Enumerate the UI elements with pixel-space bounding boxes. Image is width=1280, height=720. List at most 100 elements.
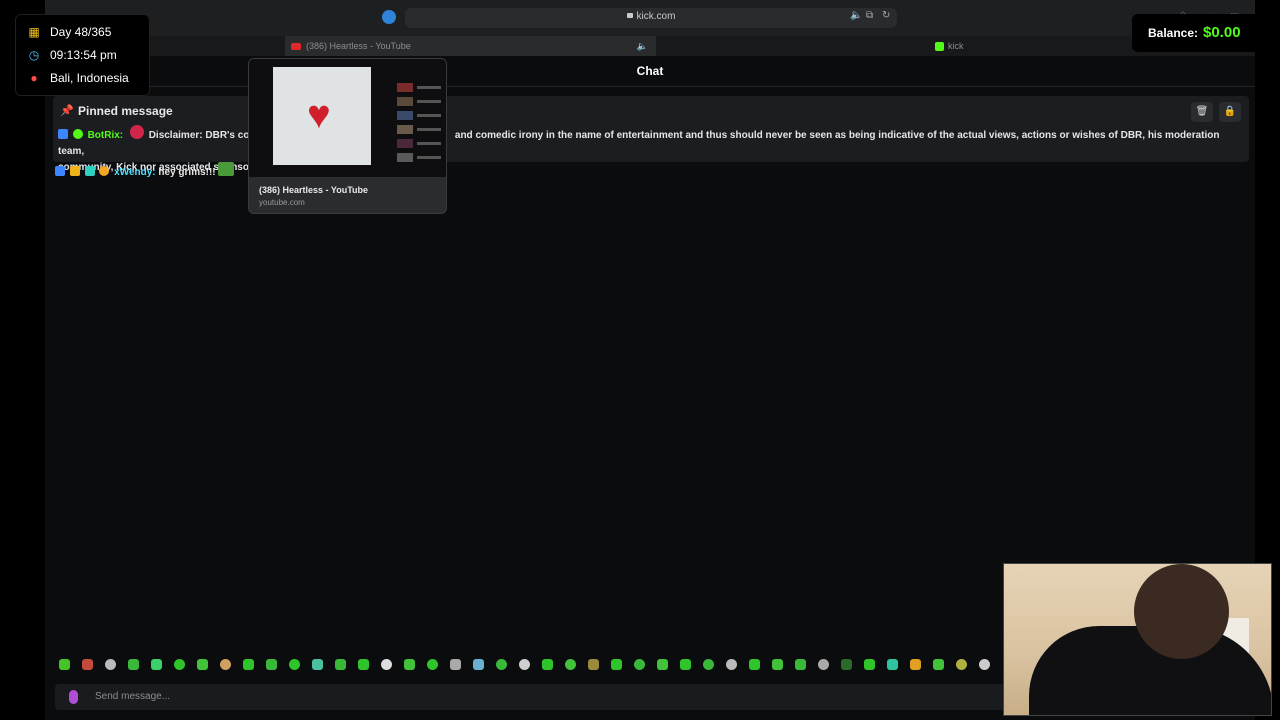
emote-icon[interactable] (197, 659, 208, 670)
emote-icon[interactable] (680, 659, 691, 670)
emote-icon[interactable] (174, 659, 185, 670)
emote-icon[interactable] (910, 659, 921, 670)
emote-icon[interactable] (749, 659, 760, 670)
emote-icon[interactable] (841, 659, 852, 670)
lock-icon (626, 13, 633, 18)
time-text: 09:13:54 pm (50, 48, 117, 62)
site-favicon-icon (382, 10, 396, 24)
emote-icon[interactable] (151, 659, 162, 670)
day-text: Day 48/365 (50, 25, 112, 39)
webcam-person-head (1134, 564, 1229, 659)
emote-icon[interactable] (335, 659, 346, 670)
message-text: hey grims!!! (158, 167, 216, 178)
day-counter: ▦ Day 48/365 (28, 23, 111, 41)
emote-icon[interactable] (220, 659, 231, 670)
emote-icon[interactable] (864, 659, 875, 670)
tab-youtube[interactable]: (386) Heartless - YouTube 🔈 (285, 36, 656, 56)
trash-icon[interactable]: 🗑 (1191, 102, 1213, 122)
webcam-feed (1003, 563, 1272, 716)
emote-icon[interactable] (657, 659, 668, 670)
emote-icon[interactable] (634, 659, 645, 670)
stream-info-overlay: ▦ Day 48/365 ◷ 09:13:54 pm ● Bali, Indonesi… (15, 14, 150, 96)
tab-preview-card[interactable]: ♥ (386) Heartless - YouTube youtube.com (248, 58, 447, 214)
tab-preview-thumbnail: ♥ (249, 59, 446, 177)
youtube-sidebar-thumbnails (397, 65, 443, 175)
emote-icon[interactable] (266, 659, 277, 670)
tab-audio-icon[interactable]: 🔈 (637, 36, 648, 56)
reload-icon[interactable]: ↻ (882, 10, 890, 21)
pin-icon: 📌 (60, 105, 74, 117)
emote-icon[interactable] (243, 659, 254, 670)
emote-icon[interactable] (358, 659, 369, 670)
frog-emote-icon (218, 162, 235, 176)
tab-kick-label: kick (948, 41, 964, 51)
emote-icon[interactable] (611, 659, 622, 670)
balance-label: Balance: (1148, 26, 1199, 40)
tab-preview-domain: youtube.com (259, 198, 305, 207)
emote-icon[interactable] (105, 659, 116, 670)
emote-icon[interactable] (703, 659, 714, 670)
translate-icon[interactable]: ⧉ (866, 10, 873, 21)
emote-icon[interactable] (818, 659, 829, 670)
location-row: ● Bali, Indonesia (28, 69, 128, 87)
emote-icon[interactable] (473, 659, 484, 670)
url-text: kick.com (636, 11, 676, 22)
calendar-icon: ▦ (28, 25, 40, 39)
emote-icon[interactable] (519, 659, 530, 670)
emote-icon[interactable] (289, 659, 300, 670)
emote-icon[interactable] (588, 659, 599, 670)
emote-icon[interactable] (82, 659, 93, 670)
lock-pin-icon[interactable]: 🔒 (1219, 102, 1241, 122)
emote-icon[interactable] (450, 659, 461, 670)
emote-icon[interactable] (565, 659, 576, 670)
emote-icon[interactable] (404, 659, 415, 670)
message-username[interactable]: xWendy: (114, 167, 156, 178)
sub-badge-icon (84, 166, 95, 176)
audio-icon[interactable]: 🔈 (850, 10, 862, 21)
botrix-emote-icon (129, 125, 144, 139)
emote-icon[interactable] (795, 659, 806, 670)
kick-icon (935, 42, 944, 52)
pinned-text-start: Disclaimer: DBR's cor (148, 130, 254, 141)
emote-icon[interactable] (979, 659, 990, 670)
emote-icon[interactable] (726, 659, 737, 670)
clock-icon: ◷ (28, 48, 40, 62)
browser-toolbar: ▭ ⌄ ‹ › kick.com 🔈 ⧉ ↻ ⇪ + ⧉ (45, 0, 1255, 36)
emote-bar (55, 656, 1005, 674)
emote-icon[interactable] (128, 659, 139, 670)
verified-badge-icon (72, 129, 83, 139)
emote-icon[interactable] (496, 659, 507, 670)
chat-input-placeholder: Send message... (95, 691, 171, 702)
chat-header: Chat (45, 56, 1255, 87)
microphone-icon[interactable] (69, 690, 78, 704)
sword-badge-icon (55, 166, 65, 176)
tab-youtube-label: (386) Heartless - YouTube (306, 41, 411, 51)
emote-icon[interactable] (772, 659, 783, 670)
album-cover-image: ♥ (273, 67, 371, 165)
emote-icon[interactable] (312, 659, 323, 670)
pinned-message: 📌 Pinned message 🗑 🔒 BotRix: Disclaimer:… (53, 96, 1249, 173)
balance-overlay: Balance: $0.00 (1132, 14, 1266, 52)
address-bar[interactable]: kick.com (405, 8, 897, 28)
tab-preview-title: (386) Heartless - YouTube (259, 185, 369, 195)
pinned-title: Pinned message (78, 104, 173, 118)
pinned-username[interactable]: BotRix: (88, 130, 124, 141)
emote-icon[interactable] (956, 659, 967, 670)
emote-icon[interactable] (933, 659, 944, 670)
tab-bar: (386) Heartless - YouTube 🔈 kick (45, 36, 1255, 56)
emote-icon[interactable] (427, 659, 438, 670)
clock-row: ◷ 09:13:54 pm (28, 46, 117, 64)
location-pin-icon: ● (30, 71, 38, 85)
crown-badge-icon (69, 166, 80, 176)
info-badge-icon (99, 166, 110, 176)
chat-message: xWendy: hey grims!!! (55, 162, 236, 180)
sword-badge-icon (58, 129, 68, 139)
emote-icon[interactable] (59, 659, 70, 670)
tab-kick[interactable]: kick (935, 36, 1055, 56)
balance-value: $0.00 (1203, 24, 1241, 41)
emote-icon[interactable] (381, 659, 392, 670)
youtube-icon (291, 43, 301, 51)
emote-icon[interactable] (542, 659, 553, 670)
heart-icon: ♥ (307, 93, 331, 137)
emote-icon[interactable] (887, 659, 898, 670)
